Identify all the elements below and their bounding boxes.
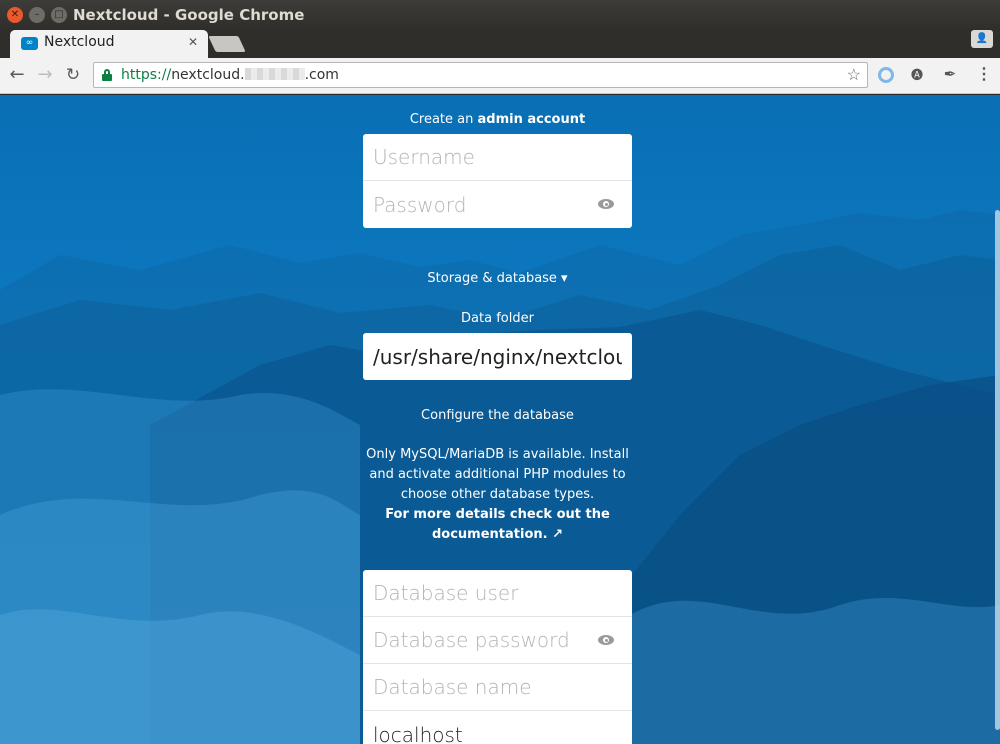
password-input[interactable] [363,181,632,228]
extension-circle-icon[interactable] [876,65,896,85]
show-password-eye-icon[interactable] [598,199,614,209]
tab-nextcloud[interactable]: ∞ Nextcloud ✕ [10,30,208,58]
db-password-row [363,617,632,664]
db-user-row [363,570,632,617]
tab-title: Nextcloud [44,34,115,50]
window-minimize-button[interactable]: – [29,7,45,23]
data-folder-field [363,333,632,380]
page-scrollbar[interactable] [995,210,1000,730]
admin-credentials-group [363,134,632,228]
data-folder-input[interactable] [363,333,632,380]
nextcloud-logo-icon: ∞ [21,37,38,50]
data-folder-label: Data folder [461,311,534,326]
admin-account-heading: Create an admin account [363,112,632,127]
url-host-prefix: nextcloud. [171,67,245,83]
nextcloud-setup-page: Create an admin account Storage & databa… [0,95,1000,744]
password-row [363,181,632,228]
reload-icon[interactable]: ↻ [62,64,84,86]
database-credentials-group [363,570,632,744]
window-maximize-button[interactable]: □ [51,7,67,23]
documentation-link[interactable]: For more details check out the documenta… [357,505,638,545]
db-host-input[interactable] [363,711,632,744]
new-tab-button[interactable] [208,36,246,52]
configure-database-label: Configure the database [421,408,574,423]
db-host-row [363,711,632,744]
bookmark-star-icon[interactable]: ☆ [847,65,861,85]
forward-icon[interactable]: → [34,64,56,86]
profile-icon[interactable]: 👤 [971,30,993,48]
window-title: Nextcloud - Google Chrome [73,6,305,24]
eyedropper-icon[interactable]: ✒ [940,65,960,85]
redacted-region [244,68,305,80]
browser-toolbar: ← → ↻ https://nextcloud. .com ☆ 🅐 ✒ ⋮ [0,58,1000,94]
db-user-input[interactable] [363,570,632,616]
url-text[interactable]: https://nextcloud. .com [121,67,339,83]
window-titlebar: ✕ – □ Nextcloud - Google Chrome [0,0,1000,30]
chrome-menu-icon[interactable]: ⋮ [974,65,994,85]
tab-strip: ∞ Nextcloud ✕ 👤 [0,30,1000,58]
username-input[interactable] [363,134,632,180]
admin-heading-prefix: Create an [409,112,478,127]
address-bar[interactable]: https://nextcloud. .com ☆ [93,62,868,88]
window-close-button[interactable]: ✕ [7,7,23,23]
lock-icon[interactable] [102,69,112,81]
storage-database-toggle[interactable]: Storage & database ▾ [363,271,632,286]
database-info-text: Only MySQL/MariaDB is available. Install… [357,445,638,545]
db-password-input[interactable] [363,617,632,663]
admin-heading-bold: admin account [477,112,586,127]
url-host-suffix: .com [304,67,339,83]
db-name-input[interactable] [363,664,632,710]
url-scheme: https:// [121,67,172,83]
username-row [363,134,632,181]
extension-badge-icon[interactable]: 🅐 [907,65,927,85]
database-info-line: Only MySQL/MariaDB is available. Install… [366,447,629,502]
back-icon[interactable]: ← [6,64,28,86]
db-name-row [363,664,632,711]
tab-close-icon[interactable]: ✕ [188,35,198,49]
show-db-password-eye-icon[interactable] [598,635,614,645]
